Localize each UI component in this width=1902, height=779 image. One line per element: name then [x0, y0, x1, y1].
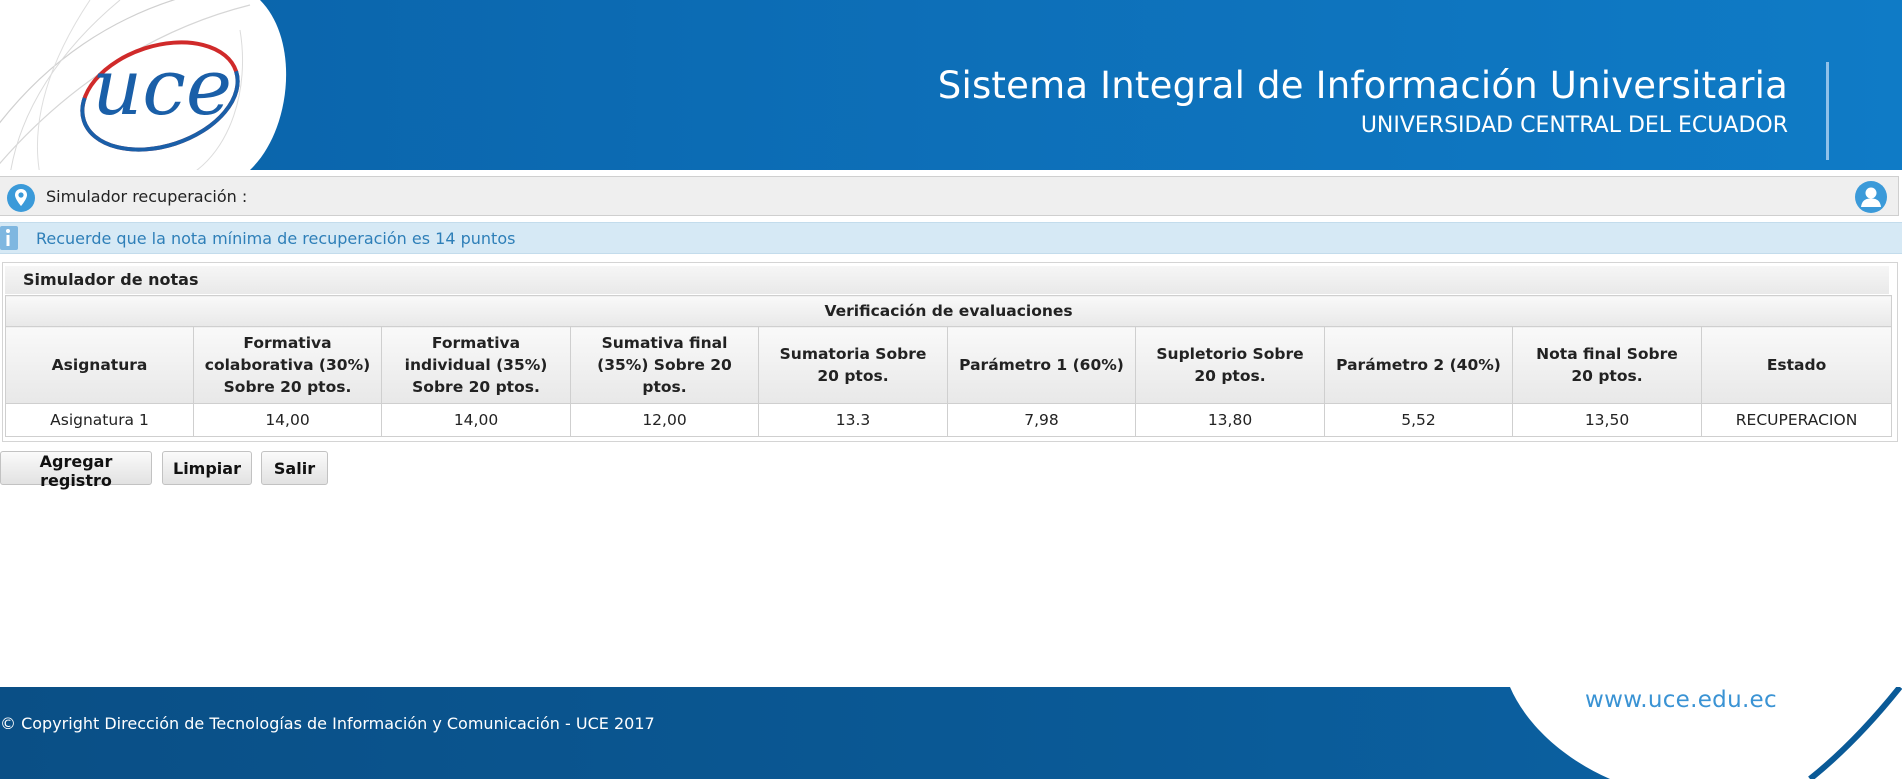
column-header: Formativa individual (35%) Sobre 20 ptos…	[381, 326, 571, 404]
table-cell: 14,00	[193, 403, 382, 437]
table-cell: 5,52	[1324, 403, 1513, 437]
footer: © Copyright Dirección de Tecnologías de …	[0, 687, 1902, 779]
column-header: Asignatura	[5, 326, 194, 404]
column-header: Formativa colaborativa (30%) Sobre 20 pt…	[193, 326, 382, 404]
system-title: Sistema Integral de Información Universi…	[937, 64, 1788, 107]
university-url-link[interactable]: www.uce.edu.ec	[1585, 687, 1777, 713]
grades-simulator-panel: Simulador de notas Verificación de evalu…	[2, 262, 1898, 442]
column-header: Supletorio Sobre 20 ptos.	[1135, 326, 1325, 404]
table-header-row: Asignatura Formativa colaborativa (30%) …	[5, 326, 1893, 404]
panel-title: Simulador de notas	[5, 266, 1889, 294]
copyright-text: © Copyright Dirección de Tecnologías de …	[0, 714, 655, 733]
header-divider	[1826, 62, 1829, 160]
column-header: Parámetro 1 (60%)	[947, 326, 1136, 404]
exit-button[interactable]: Salir	[261, 451, 328, 485]
info-alert: Recuerde que la nota mínima de recuperac…	[0, 222, 1902, 254]
table-cell: 13.3	[758, 403, 948, 437]
column-header: Estado	[1700, 326, 1893, 404]
location-pin-icon	[6, 183, 36, 217]
table-cell: 7,98	[947, 403, 1136, 437]
table-cell: 13,50	[1512, 403, 1702, 437]
column-header: Sumatoria Sobre 20 ptos.	[758, 326, 948, 404]
university-name: UNIVERSIDAD CENTRAL DEL ECUADOR	[1360, 113, 1788, 138]
table-cell: RECUPERACION	[1700, 403, 1893, 437]
breadcrumb: Simulador recuperación :	[0, 176, 1899, 216]
table-caption: Verificación de evaluaciones	[4, 295, 1893, 327]
table-cell: 12,00	[570, 403, 759, 437]
table-row[interactable]: Asignatura 1 14,00 14,00 12,00 13.3 7,98…	[5, 403, 1893, 437]
grades-table: Verificación de evaluaciones Asignatura …	[4, 295, 1893, 437]
header-banner: uce Sistema Integral de Información Univ…	[0, 0, 1902, 170]
user-icon[interactable]	[1854, 180, 1888, 218]
table-cell: 14,00	[381, 403, 571, 437]
info-icon	[0, 226, 18, 254]
uce-logo: uce	[80, 40, 240, 152]
column-header: Parámetro 2 (40%)	[1324, 326, 1513, 404]
logo-text: uce	[92, 43, 232, 133]
table-cell: Asignatura 1	[5, 403, 194, 437]
info-message: Recuerde que la nota mínima de recuperac…	[36, 229, 516, 248]
clear-button[interactable]: Limpiar	[162, 451, 252, 485]
add-record-button[interactable]: Agregar registro	[0, 451, 152, 490]
column-header: Nota final Sobre 20 ptos.	[1512, 326, 1702, 404]
column-header: Sumativa final (35%) Sobre 20 ptos.	[570, 326, 759, 404]
table-cell: 13,80	[1135, 403, 1325, 437]
breadcrumb-label: Simulador recuperación :	[46, 187, 248, 206]
